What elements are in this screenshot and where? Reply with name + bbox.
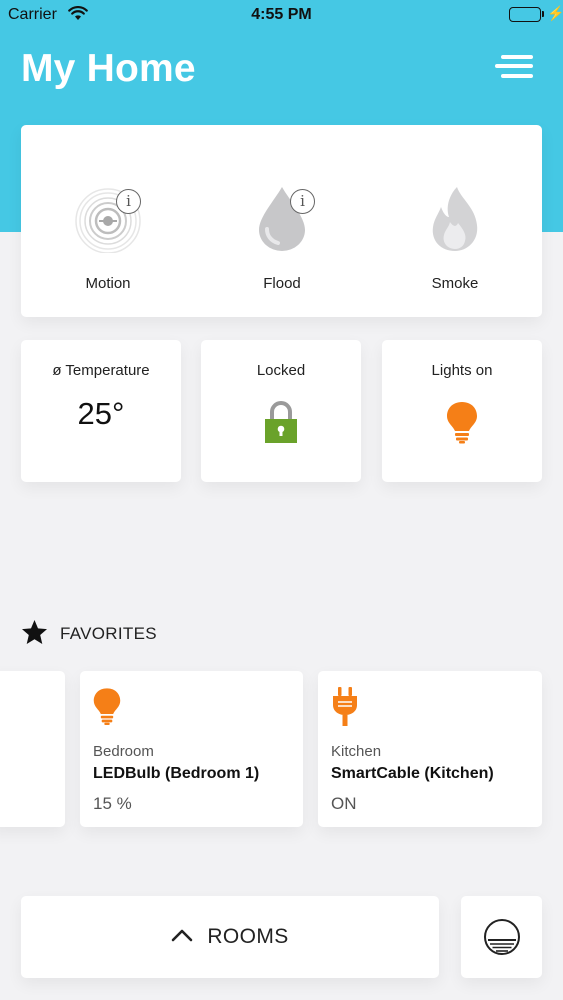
flame-icon [427, 183, 483, 258]
temperature-value: 25° [77, 396, 125, 431]
status-time: 4:55 PM [251, 6, 312, 23]
lights-card[interactable]: Lights on [382, 340, 542, 482]
favorites-header: FAVORITES [21, 619, 157, 650]
favorites-title: FAVORITES [60, 624, 157, 643]
flood-info-icon[interactable]: i [290, 189, 315, 214]
lock-label: Locked [256, 362, 306, 379]
lights-label: Lights on [431, 362, 493, 379]
favorite-device-value: 15 % [93, 794, 132, 813]
sensor-motion[interactable]: i Motion [21, 125, 195, 317]
favorite-device-name: LEDBulb (Bedroom 1) [93, 765, 260, 782]
menu-button[interactable] [495, 53, 533, 81]
status-bar: Carrier 4:55 PM ⚡ [0, 0, 563, 30]
chevron-up-icon [171, 928, 193, 947]
lightbulb-icon [92, 685, 122, 732]
charging-icon: ⚡ [547, 5, 563, 21]
motion-info-icon[interactable]: i [116, 189, 141, 214]
sensor-label-smoke: Smoke [431, 275, 479, 292]
lightbulb-icon [445, 400, 479, 449]
plug-icon [330, 685, 360, 732]
temperature-card[interactable]: ø Temperature 25° [21, 340, 181, 482]
hamburger-menu-icon [501, 55, 533, 59]
favorite-room: Kitchen [331, 743, 382, 760]
scene-button[interactable] [461, 896, 542, 978]
rooms-label: ROOMS [207, 925, 289, 948]
temperature-label: ø Temperature [52, 362, 150, 379]
rooms-button[interactable]: ROOMS [21, 896, 439, 978]
scene-dial-icon [483, 918, 521, 961]
sensor-label-flood: Flood [263, 275, 301, 292]
page-title: My Home [21, 47, 196, 90]
lock-card[interactable]: Locked [201, 340, 361, 482]
sensor-flood[interactable]: i Flood [195, 125, 369, 317]
sensor-status-card: i Motion i Flood Smoke [21, 125, 542, 317]
favorite-card-partial[interactable] [0, 671, 65, 827]
battery-icon [509, 7, 541, 22]
sensor-label-motion: Motion [85, 275, 131, 292]
padlock-icon [264, 400, 298, 449]
favorite-room: Bedroom [93, 743, 154, 760]
favorite-card-smartcable[interactable]: Kitchen SmartCable (Kitchen) ON [318, 671, 542, 827]
sensor-smoke[interactable]: Smoke [368, 125, 542, 317]
favorite-card-ledbulb[interactable]: Bedroom LEDBulb (Bedroom 1) 15 % [80, 671, 303, 827]
star-icon [21, 619, 48, 650]
favorite-device-value: ON [331, 794, 357, 813]
favorite-device-name: SmartCable (Kitchen) [331, 765, 494, 782]
